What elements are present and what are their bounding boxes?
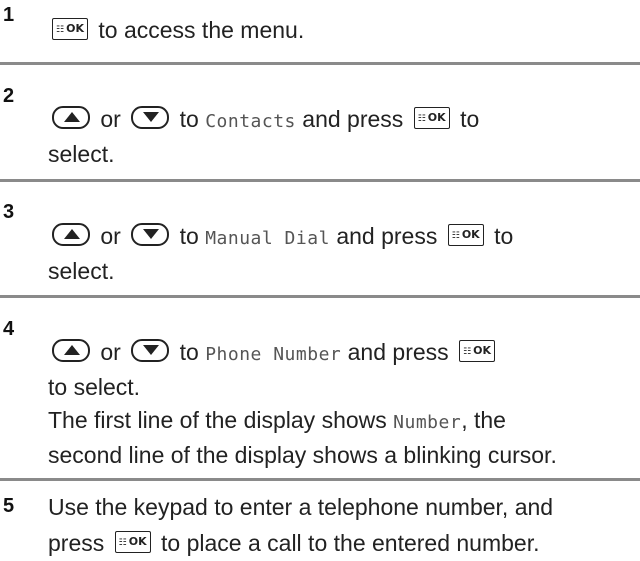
down-arrow-key-icon [131,339,170,363]
step-number: 2 [3,85,15,107]
up-arrow-key-icon [52,223,90,247]
menu-ok-key-icon: ☷ OK [52,17,88,40]
step-text: or to Manual Dial and press ☷ OK to selec… [48,223,514,284]
step-text: Use the keypad to enter a telephone numb… [48,494,554,556]
step-1: 1 ☷ OK to access the menu. [0,0,640,60]
step-2: 2 or to Contacts and press ☷ OK to select… [0,65,640,175]
step-text: or to Contacts and press ☷ OK to select. [48,106,480,167]
up-arrow-key-icon [52,106,90,130]
step-text: ☷ OK to access the menu. [48,14,636,47]
step-text: or to Phone Number and press ☷ OK to sele… [48,339,557,468]
step-number: 3 [3,201,15,223]
step-number: 4 [3,318,15,340]
menu-ok-key-icon: ☷ OK [114,530,151,553]
menu-ok-key-icon: ☷ OK [459,339,496,362]
down-arrow-key-icon [131,223,170,247]
step-number: 1 [3,4,15,26]
up-arrow-key-icon [52,339,90,363]
menu-ok-key-icon: ☷ OK [413,106,450,129]
display-text: Contacts [205,111,296,132]
step-number: 5 [3,495,15,517]
display-text: Number [393,412,462,433]
display-text: Phone Number [205,344,342,365]
display-text: Manual Dial [205,228,330,249]
step-4: 4 or to Phone Number and press ☷ OK to se… [0,298,640,478]
step-5: 5 Use the keypad to enter a telephone nu… [0,481,640,559]
menu-ok-key-icon: ☷ OK [447,223,484,246]
step-3: 3 or to Manual Dial and press ☷ OK to sel… [0,182,640,292]
down-arrow-key-icon [131,106,170,130]
